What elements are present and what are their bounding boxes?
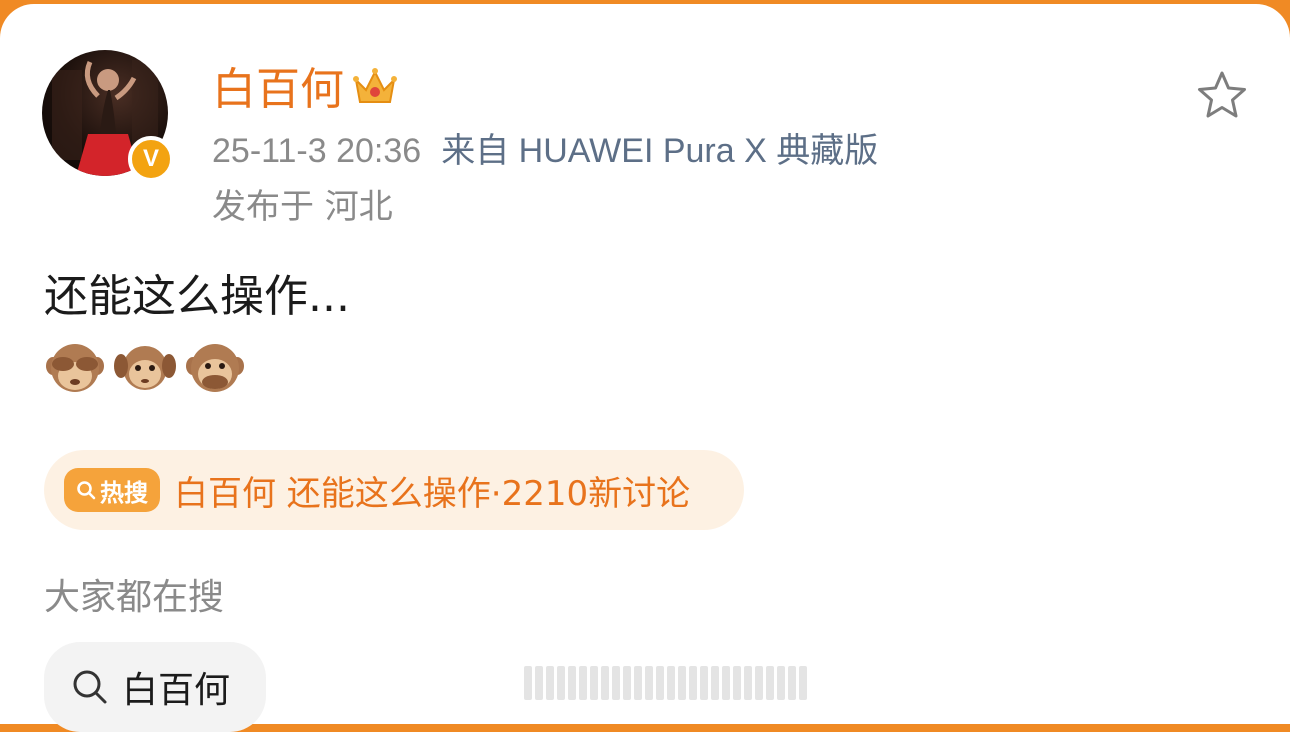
post-text: 还能这么操作... bbox=[44, 271, 350, 322]
star-outline-icon[interactable] bbox=[1196, 70, 1248, 124]
see-no-evil-monkey-icon bbox=[46, 344, 104, 392]
post-card: V 白百何 25-11-3 20:36 来自 HUAWEI Pura X 典藏版 … bbox=[0, 4, 1290, 732]
crown-icon bbox=[352, 64, 398, 114]
post-timestamp: 25-11-3 20:36 bbox=[212, 132, 422, 170]
trending-topic-pill[interactable]: 热搜 白百何 还能这么操作·2210新讨论 bbox=[44, 450, 744, 530]
emoji-row bbox=[44, 338, 246, 400]
post-location: 发布于 河北 bbox=[212, 187, 393, 227]
trending-topic-text: 白百何 还能这么操作·2210新讨论 bbox=[174, 473, 691, 514]
search-suggestion-chip[interactable]: 白百何 bbox=[44, 642, 266, 732]
verified-badge: V bbox=[128, 136, 174, 182]
trending-tag: 热搜 bbox=[64, 468, 160, 512]
post-source[interactable]: 来自 HUAWEI Pura X 典藏版 bbox=[441, 132, 878, 170]
speak-no-evil-monkey-icon bbox=[186, 344, 244, 392]
hear-no-evil-monkey-icon bbox=[114, 346, 176, 390]
username[interactable]: 白百何 bbox=[212, 62, 344, 118]
search-suggestion-label: 白百何 bbox=[122, 670, 231, 711]
everyone-searching-title: 大家都在搜 bbox=[44, 577, 225, 618]
trending-tag-label: 热搜 bbox=[100, 478, 148, 507]
search-icon bbox=[73, 670, 107, 704]
post-meta: 25-11-3 20:36 来自 HUAWEI Pura X 典藏版 bbox=[212, 128, 878, 174]
watermark bbox=[524, 666, 807, 700]
search-icon bbox=[77, 481, 96, 500]
